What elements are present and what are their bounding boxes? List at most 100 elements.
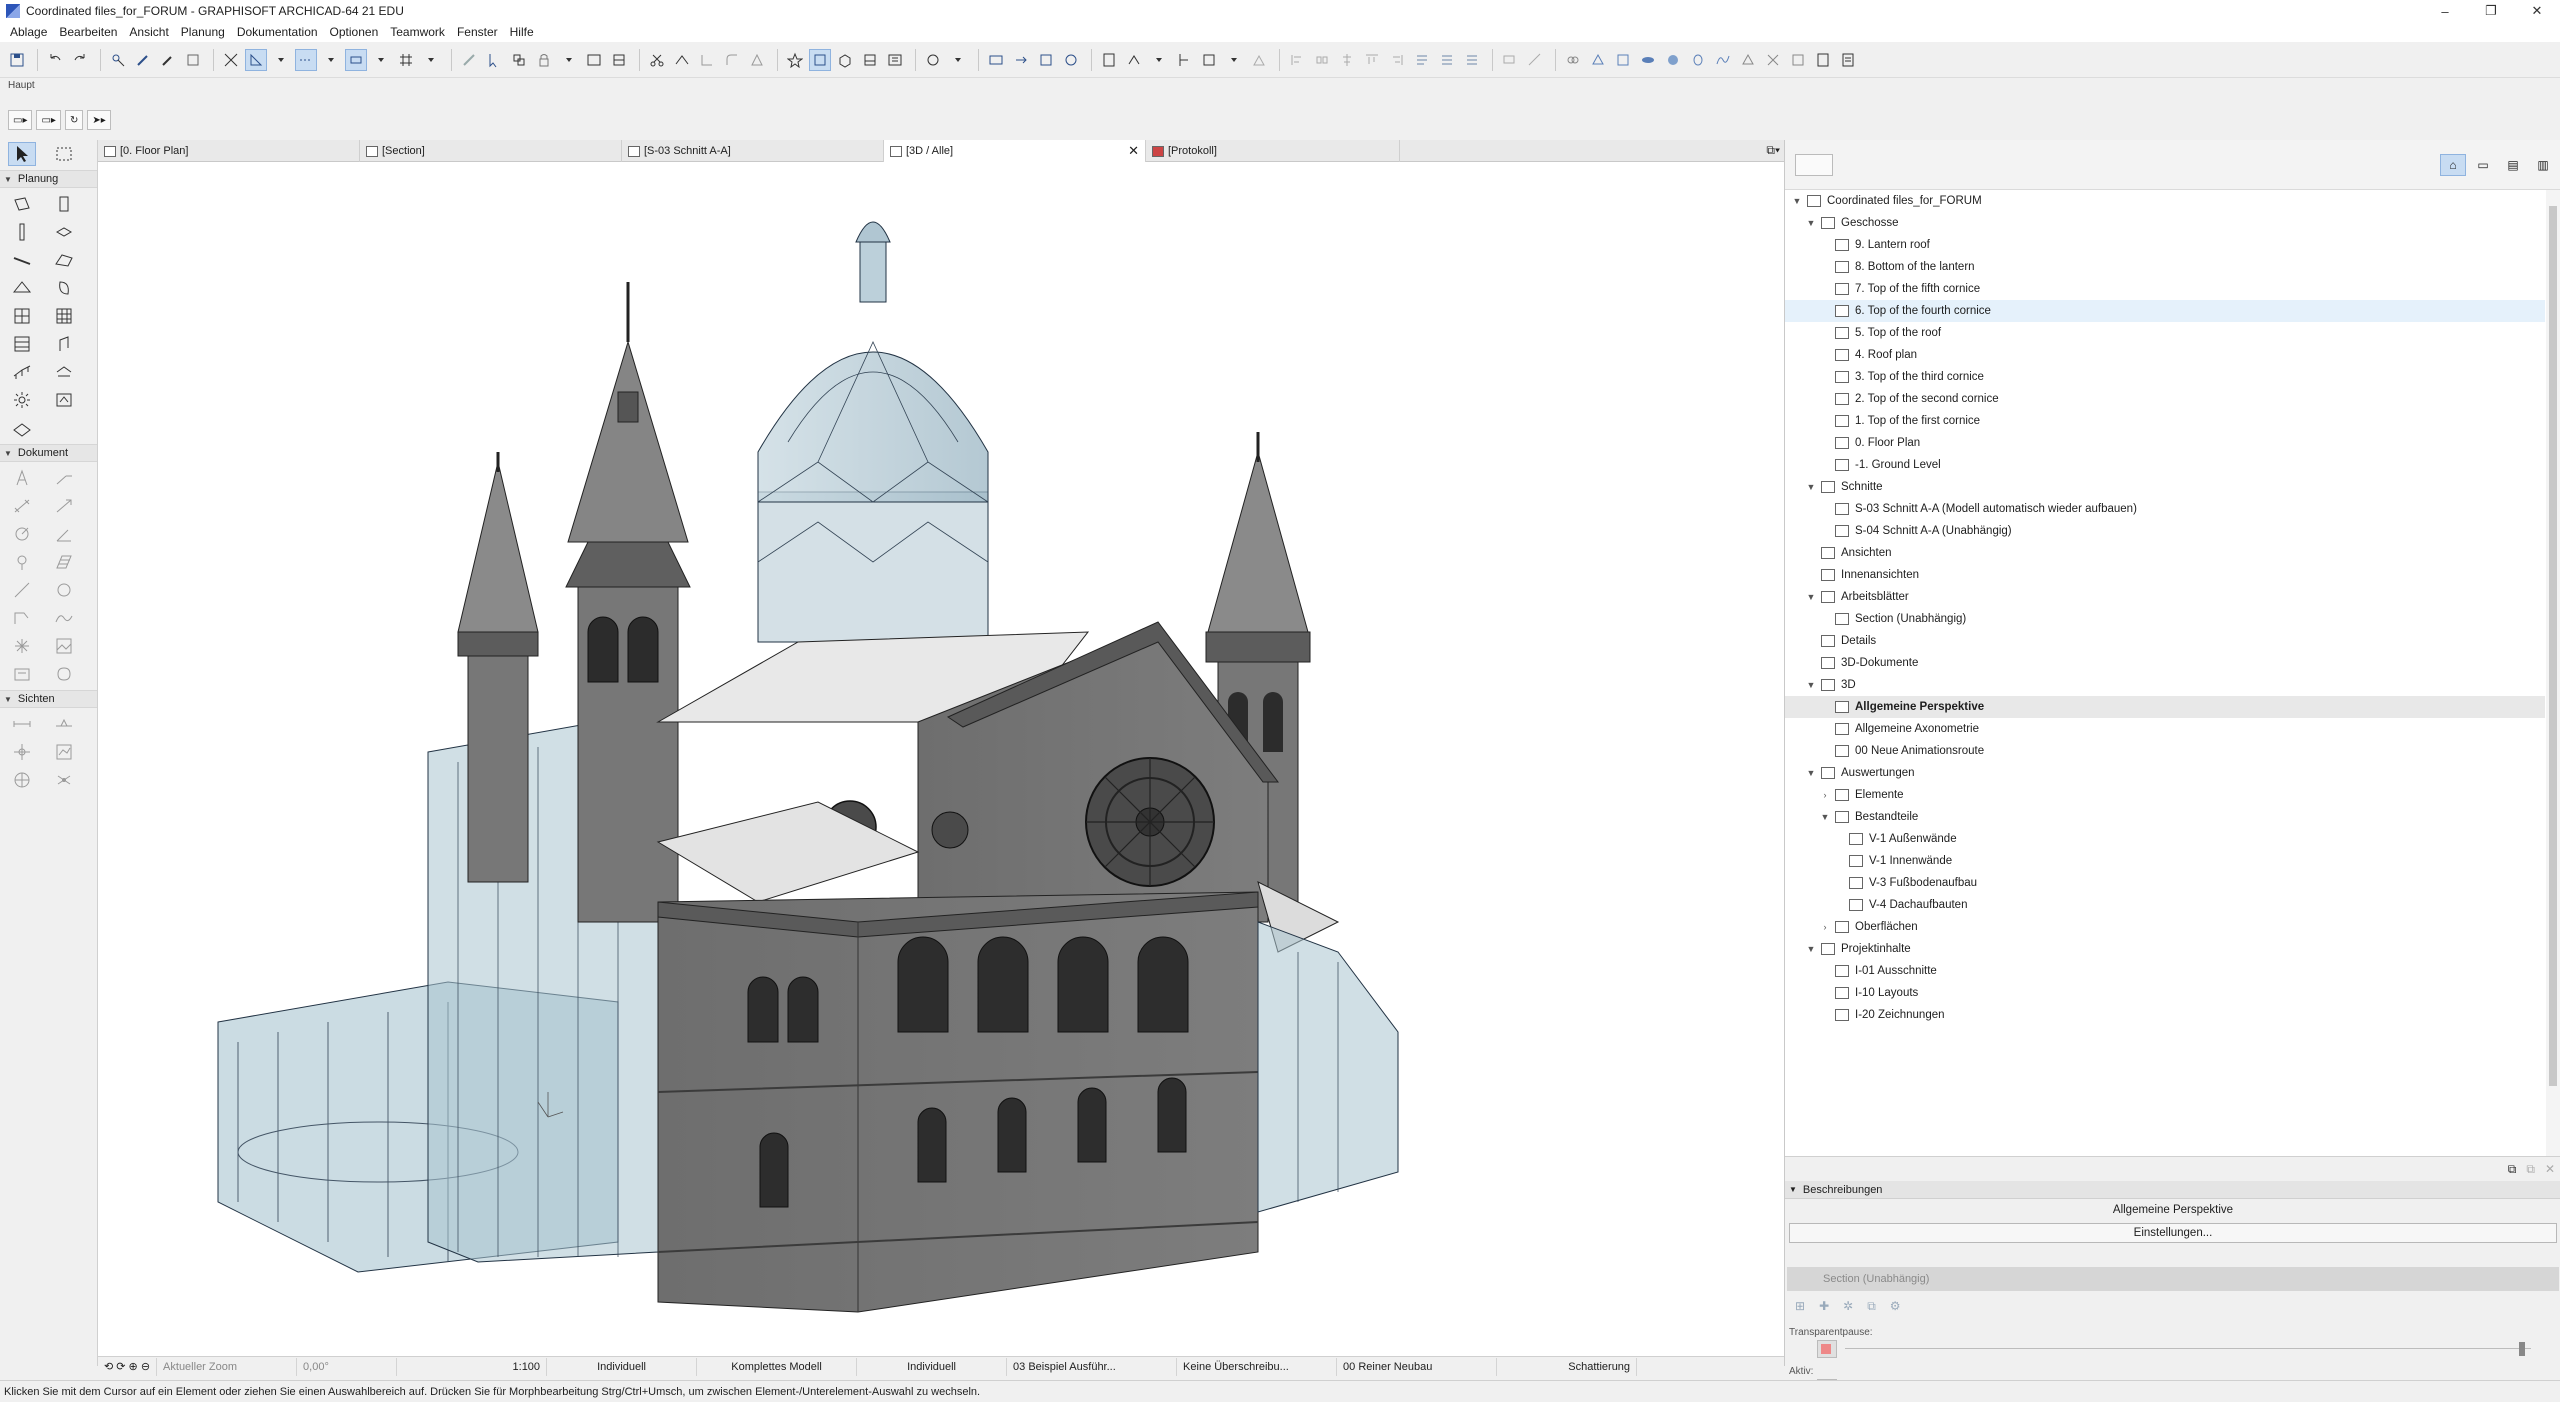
tree-item[interactable]: › Oberflächen <box>1785 916 2545 938</box>
spline-tool-icon[interactable] <box>50 606 78 630</box>
slider-knob[interactable] <box>2519 1342 2525 1356</box>
tab-floor-plan[interactable]: [0. Floor Plan] <box>98 140 360 162</box>
layer-combination-dropdown[interactable]: Individuell <box>547 1357 698 1376</box>
tree-item[interactable]: S-04 Schnitt A-A (Unabhängig) <box>1785 520 2545 542</box>
clone-icon[interactable]: ⧉ <box>2526 1162 2535 1177</box>
angle-dimension-tool-icon[interactable] <box>50 522 78 546</box>
color-swatch[interactable] <box>1817 1340 1837 1358</box>
align-top-icon[interactable] <box>1361 49 1383 71</box>
tree-item[interactable]: ▼ Coordinated files_for_FORUM <box>1785 190 2545 212</box>
cylinder-icon[interactable] <box>1687 49 1709 71</box>
tree-item[interactable]: ▼ Geschosse <box>1785 212 2545 234</box>
dropdown-arrow-icon[interactable] <box>947 49 969 71</box>
selection-method-icon[interactable]: ▭▸ <box>36 110 61 130</box>
reserve-icon[interactable] <box>1035 49 1057 71</box>
pointer-icon[interactable] <box>483 49 505 71</box>
renovation-dropdown[interactable]: 03 Beispiel Ausführ... <box>1007 1357 1178 1376</box>
tab-3d-alle[interactable]: [3D / Alle] ✕ <box>884 140 1146 162</box>
arrange-icon[interactable] <box>608 49 630 71</box>
dropdown-arrow-icon[interactable] <box>1148 49 1170 71</box>
rotate-icon[interactable]: ↻ <box>64 110 84 130</box>
release-icon[interactable] <box>1060 49 1082 71</box>
tree-item[interactable]: V-3 Fußbodenaufbau <box>1785 872 2545 894</box>
radial-dimension-tool-icon[interactable] <box>8 522 36 546</box>
pen-icon[interactable] <box>458 49 480 71</box>
distribute-icon[interactable] <box>1311 49 1333 71</box>
tree-item[interactable]: 2. Top of the second cornice <box>1785 388 2545 410</box>
toolbox-section-sichten[interactable]: ▼ Sichten <box>0 690 97 708</box>
menu-optionen[interactable]: Optionen <box>324 25 385 39</box>
cut-solid-icon[interactable] <box>1787 49 1809 71</box>
wall-tool-icon[interactable] <box>8 192 36 216</box>
text-justify-icon[interactable] <box>1436 49 1458 71</box>
column-tool-icon[interactable] <box>8 220 36 244</box>
copy-icon[interactable]: ⧉ <box>1867 1299 1876 1314</box>
tree-item[interactable]: 6. Top of the fourth cornice <box>1785 300 2545 322</box>
link-icon[interactable]: ⊞ <box>1795 1299 1805 1313</box>
snap-guides-icon[interactable] <box>345 48 367 71</box>
layouts-icon[interactable] <box>884 49 906 71</box>
pick-up-parameters-icon[interactable] <box>107 49 129 71</box>
morph-icon[interactable] <box>1587 49 1609 71</box>
lamp-tool-icon[interactable] <box>8 388 36 412</box>
tree-item[interactable]: ▼ Bestandteile <box>1785 806 2545 828</box>
render-icon[interactable] <box>922 49 944 71</box>
renovation-filter-dropdown[interactable]: 00 Reiner Neubau <box>1337 1357 1498 1376</box>
override-dropdown[interactable]: Keine Überschreibu... <box>1177 1357 1338 1376</box>
model-view-dropdown[interactable]: Komplettes Modell <box>697 1357 858 1376</box>
tree-item[interactable]: I-01 Ausschnitte <box>1785 960 2545 982</box>
descriptions-header[interactable]: ▼ Beschreibungen <box>1785 1181 2560 1199</box>
marker-tool-icon[interactable] <box>8 550 36 574</box>
align-right-icon[interactable] <box>1386 49 1408 71</box>
favorites-icon[interactable] <box>784 49 806 71</box>
line-tool-icon[interactable] <box>8 578 36 602</box>
measure-icon[interactable] <box>1524 49 1546 71</box>
send-receive-icon[interactable] <box>1010 49 1032 71</box>
shell-icon[interactable] <box>1637 49 1659 71</box>
tree-item[interactable]: 3. Top of the third cornice <box>1785 366 2545 388</box>
floor-plan-view-icon[interactable] <box>809 48 831 71</box>
align-center-icon[interactable] <box>1336 49 1358 71</box>
guide-lines-icon[interactable] <box>295 48 317 71</box>
tree-item[interactable]: 0. Floor Plan <box>1785 432 2545 454</box>
door-tool-icon[interactable] <box>50 192 78 216</box>
menu-ablage[interactable]: Ablage <box>4 25 53 39</box>
expand-toggle-icon[interactable]: ▼ <box>1805 592 1817 602</box>
tree-item[interactable]: › Elemente <box>1785 784 2545 806</box>
tree-item[interactable]: Allgemeine Axonometrie <box>1785 718 2545 740</box>
dropdown-arrow-icon[interactable] <box>320 49 342 71</box>
expand-toggle-icon[interactable]: ▼ <box>1791 196 1803 206</box>
fillet-icon[interactable] <box>721 49 743 71</box>
curtain-wall-tool-icon[interactable] <box>8 304 36 328</box>
tab-protokoll[interactable]: [Protokoll] <box>1146 140 1400 162</box>
text-align-icon[interactable] <box>1411 49 1433 71</box>
text-size-icon[interactable] <box>1461 49 1483 71</box>
transparency-slider[interactable] <box>1785 1338 2560 1360</box>
adjust-icon[interactable] <box>671 49 693 71</box>
intersect-icon[interactable] <box>220 49 242 71</box>
zoom-controls-icon[interactable]: ⟲ ⟳ ⊕ ⊖ <box>98 1357 158 1376</box>
loft-icon[interactable] <box>1762 49 1784 71</box>
expand-toggle-icon[interactable]: ▼ <box>1805 768 1817 778</box>
book-icon[interactable] <box>1812 49 1834 71</box>
gravity-icon[interactable] <box>245 48 267 71</box>
scissors-icon[interactable] <box>646 49 668 71</box>
fill-tool-icon[interactable] <box>50 550 78 574</box>
dropdown-arrow-icon[interactable] <box>270 49 292 71</box>
save-icon[interactable] <box>6 49 28 71</box>
eyedropper-icon[interactable] <box>157 49 179 71</box>
drawing-tool-icon[interactable] <box>8 662 36 686</box>
tree-item[interactable]: Details <box>1785 630 2545 652</box>
dropdown-arrow-icon[interactable] <box>370 49 392 71</box>
elevation-tool-icon[interactable] <box>50 712 78 736</box>
tab-list-icon[interactable]: ⧉▾ <box>1766 143 1780 158</box>
teamwork-icon[interactable] <box>985 49 1007 71</box>
menu-bearbeiten[interactable]: Bearbeiten <box>53 25 123 39</box>
level-dimension-icon[interactable] <box>1173 49 1195 71</box>
mep-icon[interactable] <box>1123 49 1145 71</box>
inject-parameters-icon[interactable] <box>132 49 154 71</box>
zoom-dropdown[interactable]: Aktueller Zoom <box>157 1357 298 1376</box>
expand-toggle-icon[interactable]: ▼ <box>1805 218 1817 228</box>
dropdown-arrow-icon[interactable] <box>1223 49 1245 71</box>
camera-tool-icon[interactable] <box>50 768 78 792</box>
